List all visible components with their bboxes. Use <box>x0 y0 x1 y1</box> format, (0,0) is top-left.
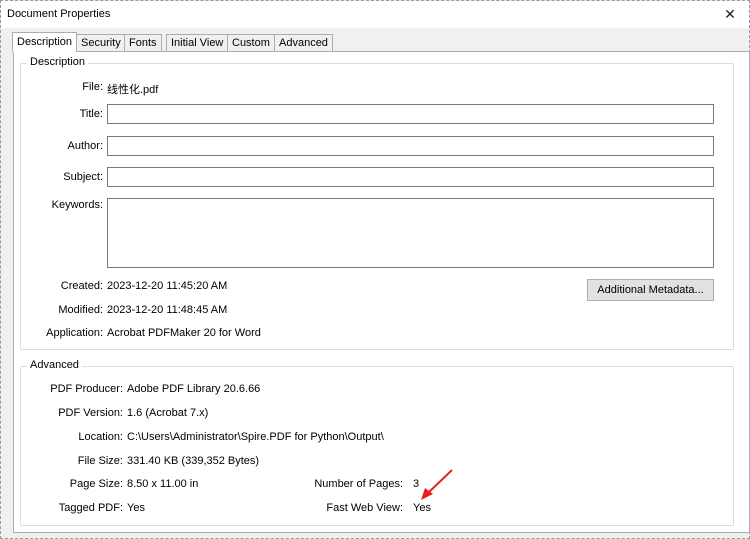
subject-field[interactable] <box>107 167 714 187</box>
file-value: 线性化.pdf <box>107 84 159 96</box>
keywords-label: Keywords: <box>51 199 103 211</box>
file-size-label: File Size: <box>77 455 123 467</box>
tab-security[interactable]: Security <box>76 34 126 52</box>
application-label: Application: <box>46 327 103 339</box>
number-of-pages-label: Number of Pages: <box>314 478 403 490</box>
modified-label: Modified: <box>58 304 103 316</box>
title-label: Title: <box>79 108 103 120</box>
location-value: C:\Users\Administrator\Spire.PDF for Pyt… <box>127 431 384 443</box>
close-icon[interactable]: ✕ <box>713 1 747 28</box>
fast-web-view-value: Yes <box>413 502 431 514</box>
pdf-version-label: PDF Version: <box>58 407 123 419</box>
description-legend: Description <box>27 56 89 68</box>
tab-initial-view[interactable]: Initial View <box>166 34 229 52</box>
advanced-legend: Advanced <box>27 359 82 371</box>
additional-metadata-button[interactable]: Additional Metadata... <box>587 279 714 301</box>
pdf-version-value: 1.6 (Acrobat 7.x) <box>127 407 209 419</box>
tab-custom[interactable]: Custom <box>227 34 275 52</box>
created-label: Created: <box>60 280 103 292</box>
document-properties-dialog: Document Properties ✕ Description Securi… <box>0 0 750 539</box>
file-label: File: <box>82 81 103 93</box>
author-field[interactable] <box>107 136 714 156</box>
tagged-pdf-value: Yes <box>127 502 145 514</box>
tab-advanced[interactable]: Advanced <box>274 34 333 52</box>
subject-label: Subject: <box>63 171 103 183</box>
tab-panel-description: Description File: 线性化.pdf Title: Author:… <box>13 51 750 533</box>
advanced-group: Advanced PDF Producer: Adobe PDF Library… <box>20 359 734 526</box>
page-size-label: Page Size: <box>69 478 123 490</box>
location-label: Location: <box>78 431 123 443</box>
keywords-field[interactable] <box>107 198 714 268</box>
author-label: Author: <box>67 140 103 152</box>
application-value: Acrobat PDFMaker 20 for Word <box>107 327 261 339</box>
tab-description[interactable]: Description <box>12 32 78 52</box>
pdf-producer-label: PDF Producer: <box>50 383 123 395</box>
created-value: 2023-12-20 11:45:20 AM <box>107 280 228 292</box>
modified-value: 2023-12-20 11:48:45 AM <box>107 304 228 316</box>
fast-web-view-label: Fast Web View: <box>326 502 403 514</box>
tab-fonts[interactable]: Fonts <box>124 34 162 52</box>
file-size-value: 331.40 KB (339,352 Bytes) <box>127 455 260 467</box>
page-size-value: 8.50 x 11.00 in <box>127 478 199 490</box>
red-arrow-annotation <box>421 469 453 500</box>
description-group: Description File: 线性化.pdf Title: Author:… <box>20 56 734 350</box>
pdf-producer-value: Adobe PDF Library 20.6.66 <box>127 383 261 395</box>
title-bar: Document Properties ✕ <box>1 1 749 28</box>
title-field[interactable] <box>107 104 714 124</box>
window-title: Document Properties <box>7 8 111 20</box>
tagged-pdf-label: Tagged PDF: <box>58 502 123 514</box>
